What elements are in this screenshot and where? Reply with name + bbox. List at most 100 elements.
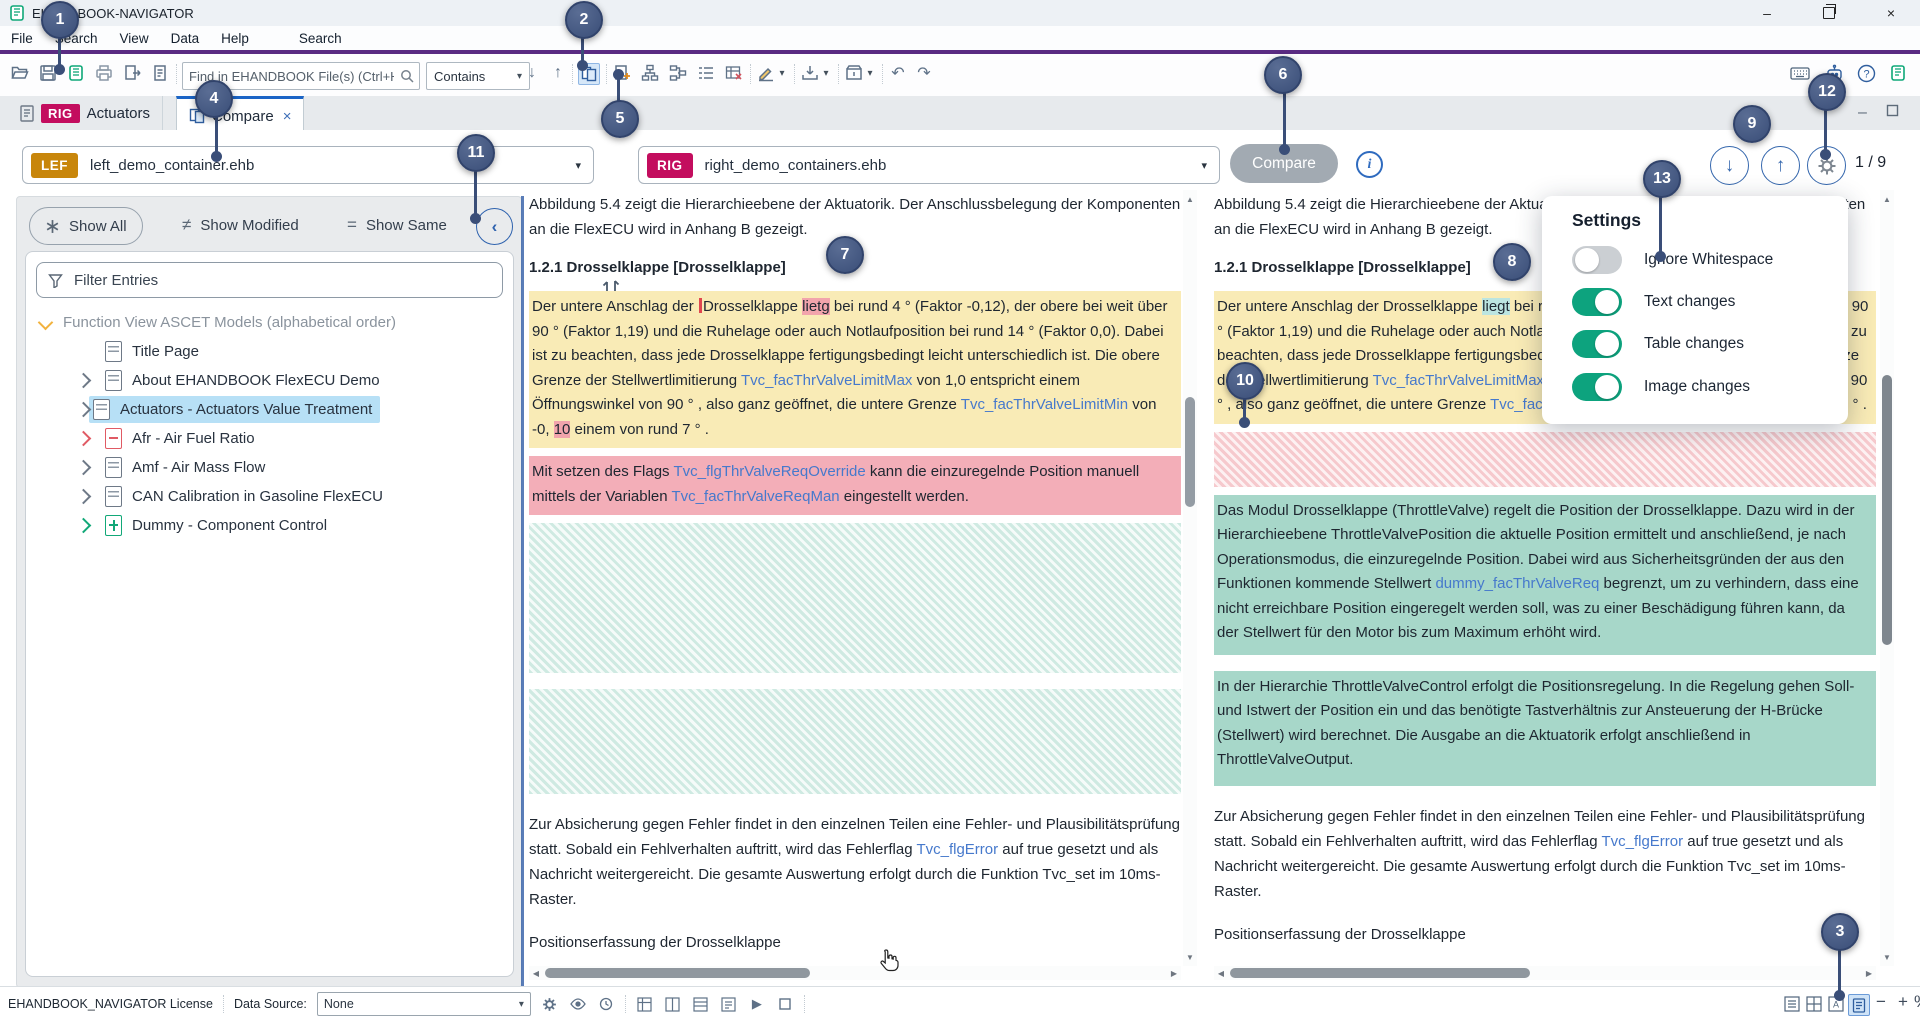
table-changes-toggle[interactable] [1572, 330, 1622, 358]
tree-item-about[interactable]: About EHANDBOOK FlexECU Demo [26, 366, 511, 395]
undo-icon[interactable]: ↶ [888, 63, 908, 83]
variable-link[interactable]: dummy_facThrValveReq [1435, 575, 1599, 592]
import-data-icon[interactable] [800, 63, 820, 83]
left-vertical-scrollbar[interactable]: ▲ ▼ [1183, 190, 1197, 966]
scrollbar-thumb[interactable] [545, 968, 810, 978]
scroll-left-icon[interactable]: ◀ [529, 966, 543, 980]
find-next-icon[interactable]: ↓ [522, 63, 542, 83]
tree-item-can[interactable]: CAN Calibration in Gasoline FlexECU [26, 482, 511, 511]
tab-actuators[interactable]: RIG Actuators [8, 96, 163, 130]
maximize-panel-icon[interactable] [1886, 104, 1899, 117]
chevron-down-icon[interactable]: ▾ [864, 63, 876, 83]
chevron-down-icon[interactable]: ▾ [776, 63, 788, 83]
menu-search-2[interactable]: Search [288, 31, 353, 46]
list-view-icon[interactable] [696, 63, 716, 83]
layout-grid-icon[interactable] [1804, 994, 1824, 1014]
table-view-icon[interactable] [692, 995, 710, 1013]
minimize-button[interactable]: – [1744, 0, 1790, 26]
data-source-select[interactable]: None ▾ [317, 992, 531, 1016]
tree-root[interactable]: Function View ASCET Models (alphabetical… [26, 308, 511, 337]
minimize-panel-icon[interactable]: – [1858, 104, 1867, 122]
menu-data[interactable]: Data [160, 31, 211, 46]
stop-icon[interactable] [776, 995, 794, 1013]
left-horizontal-scrollbar[interactable]: ◀ ▶ [529, 966, 1181, 980]
menu-help[interactable]: Help [210, 31, 260, 46]
collapse-sidebar-button[interactable]: ‹ [476, 208, 513, 245]
scroll-down-icon[interactable]: ▼ [1183, 950, 1197, 964]
scroll-right-icon[interactable]: ▶ [1862, 966, 1876, 980]
menu-view[interactable]: View [109, 31, 160, 46]
report-view-icon[interactable] [720, 995, 738, 1013]
settings-gear-icon[interactable] [541, 995, 559, 1013]
right-vertical-scrollbar[interactable]: ▲ ▼ [1880, 190, 1894, 966]
tree-item-title-page[interactable]: Title Page [26, 337, 511, 366]
ehandbook-file-icon[interactable] [66, 63, 86, 83]
chevron-down-icon[interactable]: ▾ [820, 63, 832, 83]
split-view-icon[interactable] [664, 995, 682, 1013]
variable-link[interactable]: Tvc_flgError [1601, 833, 1683, 850]
tree-item-afr[interactable]: Afr - Air Fuel Ratio [26, 424, 511, 453]
search-icon[interactable] [400, 69, 414, 83]
variable-link[interactable]: Tvc_facThrValveReqMan [672, 488, 840, 505]
scroll-down-icon[interactable]: ▼ [1880, 950, 1894, 964]
close-tab-icon[interactable]: × [283, 108, 292, 125]
highlighter-icon[interactable] [756, 63, 776, 83]
hierarchy-icon[interactable] [640, 63, 660, 83]
keyboard-shortcuts-icon[interactable] [1790, 63, 1810, 83]
info-icon[interactable]: i [1356, 151, 1383, 178]
variable-link[interactable]: Tvc_facThrValveLimitMin [961, 396, 1128, 413]
find-previous-icon[interactable]: ↑ [548, 63, 568, 83]
scroll-right-icon[interactable]: ▶ [1167, 966, 1181, 980]
scroll-up-icon[interactable]: ▲ [1880, 192, 1894, 206]
tree-item-amf[interactable]: Amf - Air Mass Flow [26, 453, 511, 482]
zoom-out-button[interactable]: − [1876, 992, 1886, 1012]
text-changes-toggle[interactable] [1572, 288, 1622, 316]
zoom-in-button[interactable]: + [1898, 992, 1908, 1012]
right-file-select[interactable]: RIG right_demo_containers.ehb ▾ [638, 146, 1220, 184]
left-file-select[interactable]: LEF left_demo_container.ehb ▾ [22, 146, 594, 184]
pdf-export-icon[interactable] [150, 63, 170, 83]
hierarchy-link-icon[interactable] [668, 63, 688, 83]
chevron-expanded-icon[interactable] [38, 315, 54, 331]
scroll-left-icon[interactable]: ◀ [1214, 966, 1228, 980]
variable-link[interactable]: Tvc_flgError [916, 841, 998, 858]
filter-entries-input[interactable] [72, 271, 502, 290]
close-button[interactable]: × [1868, 0, 1914, 26]
variable-link[interactable]: Tvc_flgThrValveReqOverride [673, 463, 865, 480]
history-icon[interactable] [597, 995, 615, 1013]
right-horizontal-scrollbar[interactable]: ◀ ▶ [1214, 966, 1876, 980]
visibility-icon[interactable] [569, 995, 587, 1013]
container-icon[interactable] [844, 63, 864, 83]
previous-change-button[interactable]: ↑ [1761, 146, 1800, 185]
print-icon[interactable] [94, 63, 114, 83]
remove-table-icon[interactable] [724, 63, 744, 83]
variable-link[interactable]: Tvc_facThrValveLimitMax [741, 372, 912, 389]
help-icon[interactable]: ? [1856, 63, 1876, 83]
layout-list-icon[interactable] [1782, 994, 1802, 1014]
show-all-button[interactable]: Show All [29, 207, 143, 245]
chevron-right-icon[interactable] [76, 373, 92, 389]
grid-view-icon[interactable] [636, 995, 654, 1013]
redo-icon[interactable]: ↷ [914, 63, 934, 83]
ignore-whitespace-toggle[interactable] [1572, 246, 1622, 274]
maximize-button[interactable] [1806, 0, 1852, 26]
tree-item-dummy[interactable]: Dummy - Component Control [26, 511, 511, 540]
run-icon[interactable]: ▶ [748, 995, 766, 1013]
export-document-icon[interactable] [122, 63, 142, 83]
left-document-pane[interactable]: Abbildung 5.4 zeigt die Hierarchieebene … [529, 190, 1181, 966]
contains-select[interactable]: Contains ▾ [426, 62, 530, 90]
open-file-icon[interactable] [10, 63, 30, 83]
variable-link[interactable]: Tvc_facThrValveLimitMax [1373, 372, 1544, 389]
show-modified-button[interactable]: ≠ Show Modified [167, 207, 314, 243]
chevron-right-icon[interactable] [76, 489, 92, 505]
image-changes-toggle[interactable] [1572, 373, 1622, 401]
scrollbar-thumb[interactable] [1185, 397, 1195, 507]
show-same-button[interactable]: = Show Same [332, 207, 462, 243]
scrollbar-thumb[interactable] [1882, 375, 1892, 645]
next-change-button[interactable]: ↓ [1710, 146, 1749, 185]
chevron-right-icon[interactable] [76, 460, 92, 476]
sidebar-splitter[interactable] [521, 196, 524, 986]
handbook-icon[interactable] [1888, 63, 1908, 83]
scroll-up-icon[interactable]: ▲ [1183, 192, 1197, 206]
scrollbar-thumb[interactable] [1230, 968, 1530, 978]
